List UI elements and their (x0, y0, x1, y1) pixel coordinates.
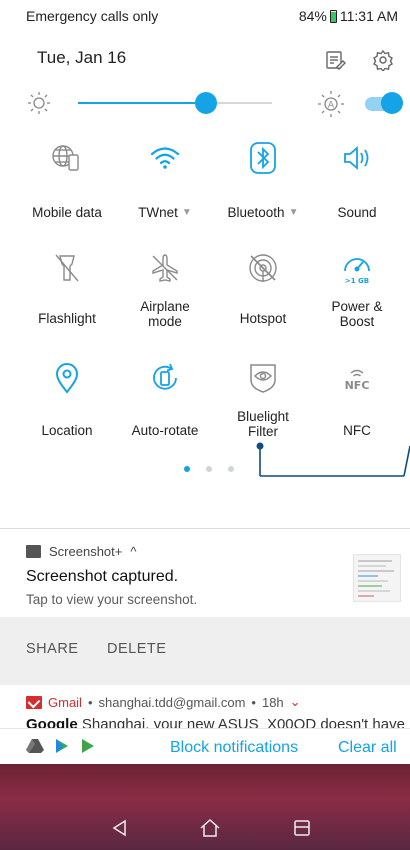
navigation-bar (0, 802, 410, 842)
screenshot-thumbnail[interactable] (353, 554, 401, 602)
dropdown-arrow-icon[interactable]: ▼ (182, 205, 192, 220)
auto-brightness-letter: A (328, 101, 335, 111)
notification-body: Tap to view your screenshot. (26, 592, 198, 607)
page-dot[interactable] (206, 466, 212, 472)
tile-label: Flashlight (38, 310, 96, 326)
mobile-data-icon (47, 138, 87, 178)
gmail-app-name: Gmail (48, 694, 82, 710)
home-icon[interactable] (198, 816, 222, 840)
gmail-icon (26, 695, 42, 709)
tile-label: Power & Boost (331, 299, 383, 329)
shade-divider (0, 528, 410, 529)
separator: • (87, 694, 93, 710)
play-store-icon (56, 739, 68, 753)
settings-icon[interactable] (369, 46, 397, 74)
location-icon (47, 358, 87, 398)
gmail-snippet: Shanghai, your new ASUS_X00QD doesn't ha… (81, 716, 405, 728)
notification-app-name: Screenshot+ (49, 544, 123, 559)
tile-label: Airplane mode (140, 299, 190, 329)
brightness-row: A (0, 86, 410, 120)
tile-label: Bluetooth (227, 204, 285, 220)
gmail-account: shanghai.tdd@gmail.com (98, 694, 246, 710)
annotation-connector (256, 442, 410, 477)
status-right: 84% 11:31 AM (299, 8, 398, 24)
date-label: Tue, Jan 16 (37, 48, 127, 67)
tile-label: Mobile data (32, 204, 102, 220)
tile-auto-rotate[interactable]: Auto-rotate (114, 358, 216, 446)
nfc-glyph: NFC (345, 379, 370, 392)
brightness-fill (78, 102, 207, 104)
image-icon (26, 545, 41, 558)
block-notifications-button[interactable]: Block notifications (170, 739, 298, 757)
brightness-thumb[interactable] (195, 92, 218, 114)
memory-badge: >1 GB (345, 277, 369, 285)
delete-button[interactable]: DELETE (107, 641, 166, 657)
nfc-icon: NFC (337, 358, 377, 398)
auto-brightness-toggle[interactable] (365, 92, 403, 114)
tile-mobile-data[interactable]: Mobile data (16, 138, 118, 228)
clear-all-button[interactable]: Clear all (338, 739, 397, 757)
clock: 11:31 AM (339, 8, 398, 24)
tile-wifi[interactable]: TWnet ▼ (114, 138, 216, 228)
edit-tiles-icon[interactable] (321, 46, 349, 74)
tile-label: Auto-rotate (131, 422, 199, 438)
tile-flashlight[interactable]: Flashlight (16, 248, 118, 334)
share-button[interactable]: SHARE (26, 641, 78, 657)
notification-actions: SHARE DELETE (0, 617, 410, 685)
gmail-preview: Google Shanghai, your new ASUS_X00QD doe… (26, 716, 405, 728)
sound-icon (337, 138, 377, 178)
play-store-icon (82, 739, 94, 753)
toggle-knob (381, 92, 403, 114)
power-boost-icon: >1 GB (337, 248, 377, 288)
flashlight-icon (47, 248, 87, 288)
tile-bluelight-filter[interactable]: Bluelight Filter (212, 358, 314, 444)
bluelight-filter-icon (243, 358, 283, 398)
gmail-sender: Google (26, 716, 78, 728)
wifi-icon (145, 138, 185, 178)
tile-label: Bluelight Filter (237, 409, 289, 439)
notification-title: Screenshot captured. (26, 568, 179, 585)
gmail-header: Gmail • shanghai.tdd@gmail.com • 18h ⌄ (26, 694, 301, 710)
page-dot[interactable] (228, 466, 234, 472)
auto-brightness-icon: A (316, 89, 346, 124)
auto-rotate-icon (145, 358, 185, 398)
page-dot[interactable] (184, 466, 190, 472)
gmail-notification[interactable]: Gmail • shanghai.tdd@gmail.com • 18h ⌄ G… (0, 686, 410, 728)
bluetooth-icon (243, 138, 283, 178)
dropdown-arrow-icon[interactable]: ▼ (289, 205, 299, 220)
tile-label: NFC (343, 422, 371, 438)
separator: • (251, 694, 256, 710)
gmail-age: 18h (261, 694, 284, 710)
battery-icon (329, 9, 337, 23)
recents-icon[interactable] (290, 816, 314, 840)
page-indicator (184, 466, 234, 472)
tile-label: Sound (337, 204, 377, 220)
brightness-low-icon (26, 90, 52, 121)
tile-hotspot[interactable]: Hotspot (212, 248, 314, 334)
notification-footer: Block notifications Clear all (0, 728, 410, 764)
brightness-slider[interactable] (78, 92, 272, 114)
notification-header: Screenshot+ ^ (26, 544, 136, 559)
shade-header: Tue, Jan 16 (0, 40, 410, 80)
tile-sound[interactable]: Sound (306, 138, 408, 228)
carrier-status: Emergency calls only (26, 8, 159, 24)
tile-airplane[interactable]: Airplane mode (114, 248, 216, 334)
tile-nfc[interactable]: NFC NFC (306, 358, 408, 446)
tile-bluetooth[interactable]: Bluetooth ▼ (212, 138, 314, 228)
tile-label: TWnet (138, 204, 178, 220)
battery-percent: 84% (298, 8, 327, 24)
tile-location[interactable]: Location (16, 358, 118, 446)
screenshot-notification[interactable]: Screenshot+ ^ Screenshot captured. Tap t… (0, 530, 410, 685)
airplane-icon (145, 248, 185, 288)
drive-icon (26, 739, 44, 753)
tile-power-boost[interactable]: >1 GB Power & Boost (306, 248, 408, 334)
minimized-app-icons (26, 738, 96, 754)
status-bar: Emergency calls only 84% 11:31 AM (0, 0, 410, 32)
expand-chevron-icon[interactable]: ⌄ (290, 694, 301, 710)
hotspot-icon (243, 248, 283, 288)
tile-label: Hotspot (239, 310, 287, 326)
tile-label: Location (41, 422, 93, 438)
back-icon[interactable] (108, 816, 132, 840)
expand-chevron-icon[interactable]: ^ (130, 544, 136, 559)
